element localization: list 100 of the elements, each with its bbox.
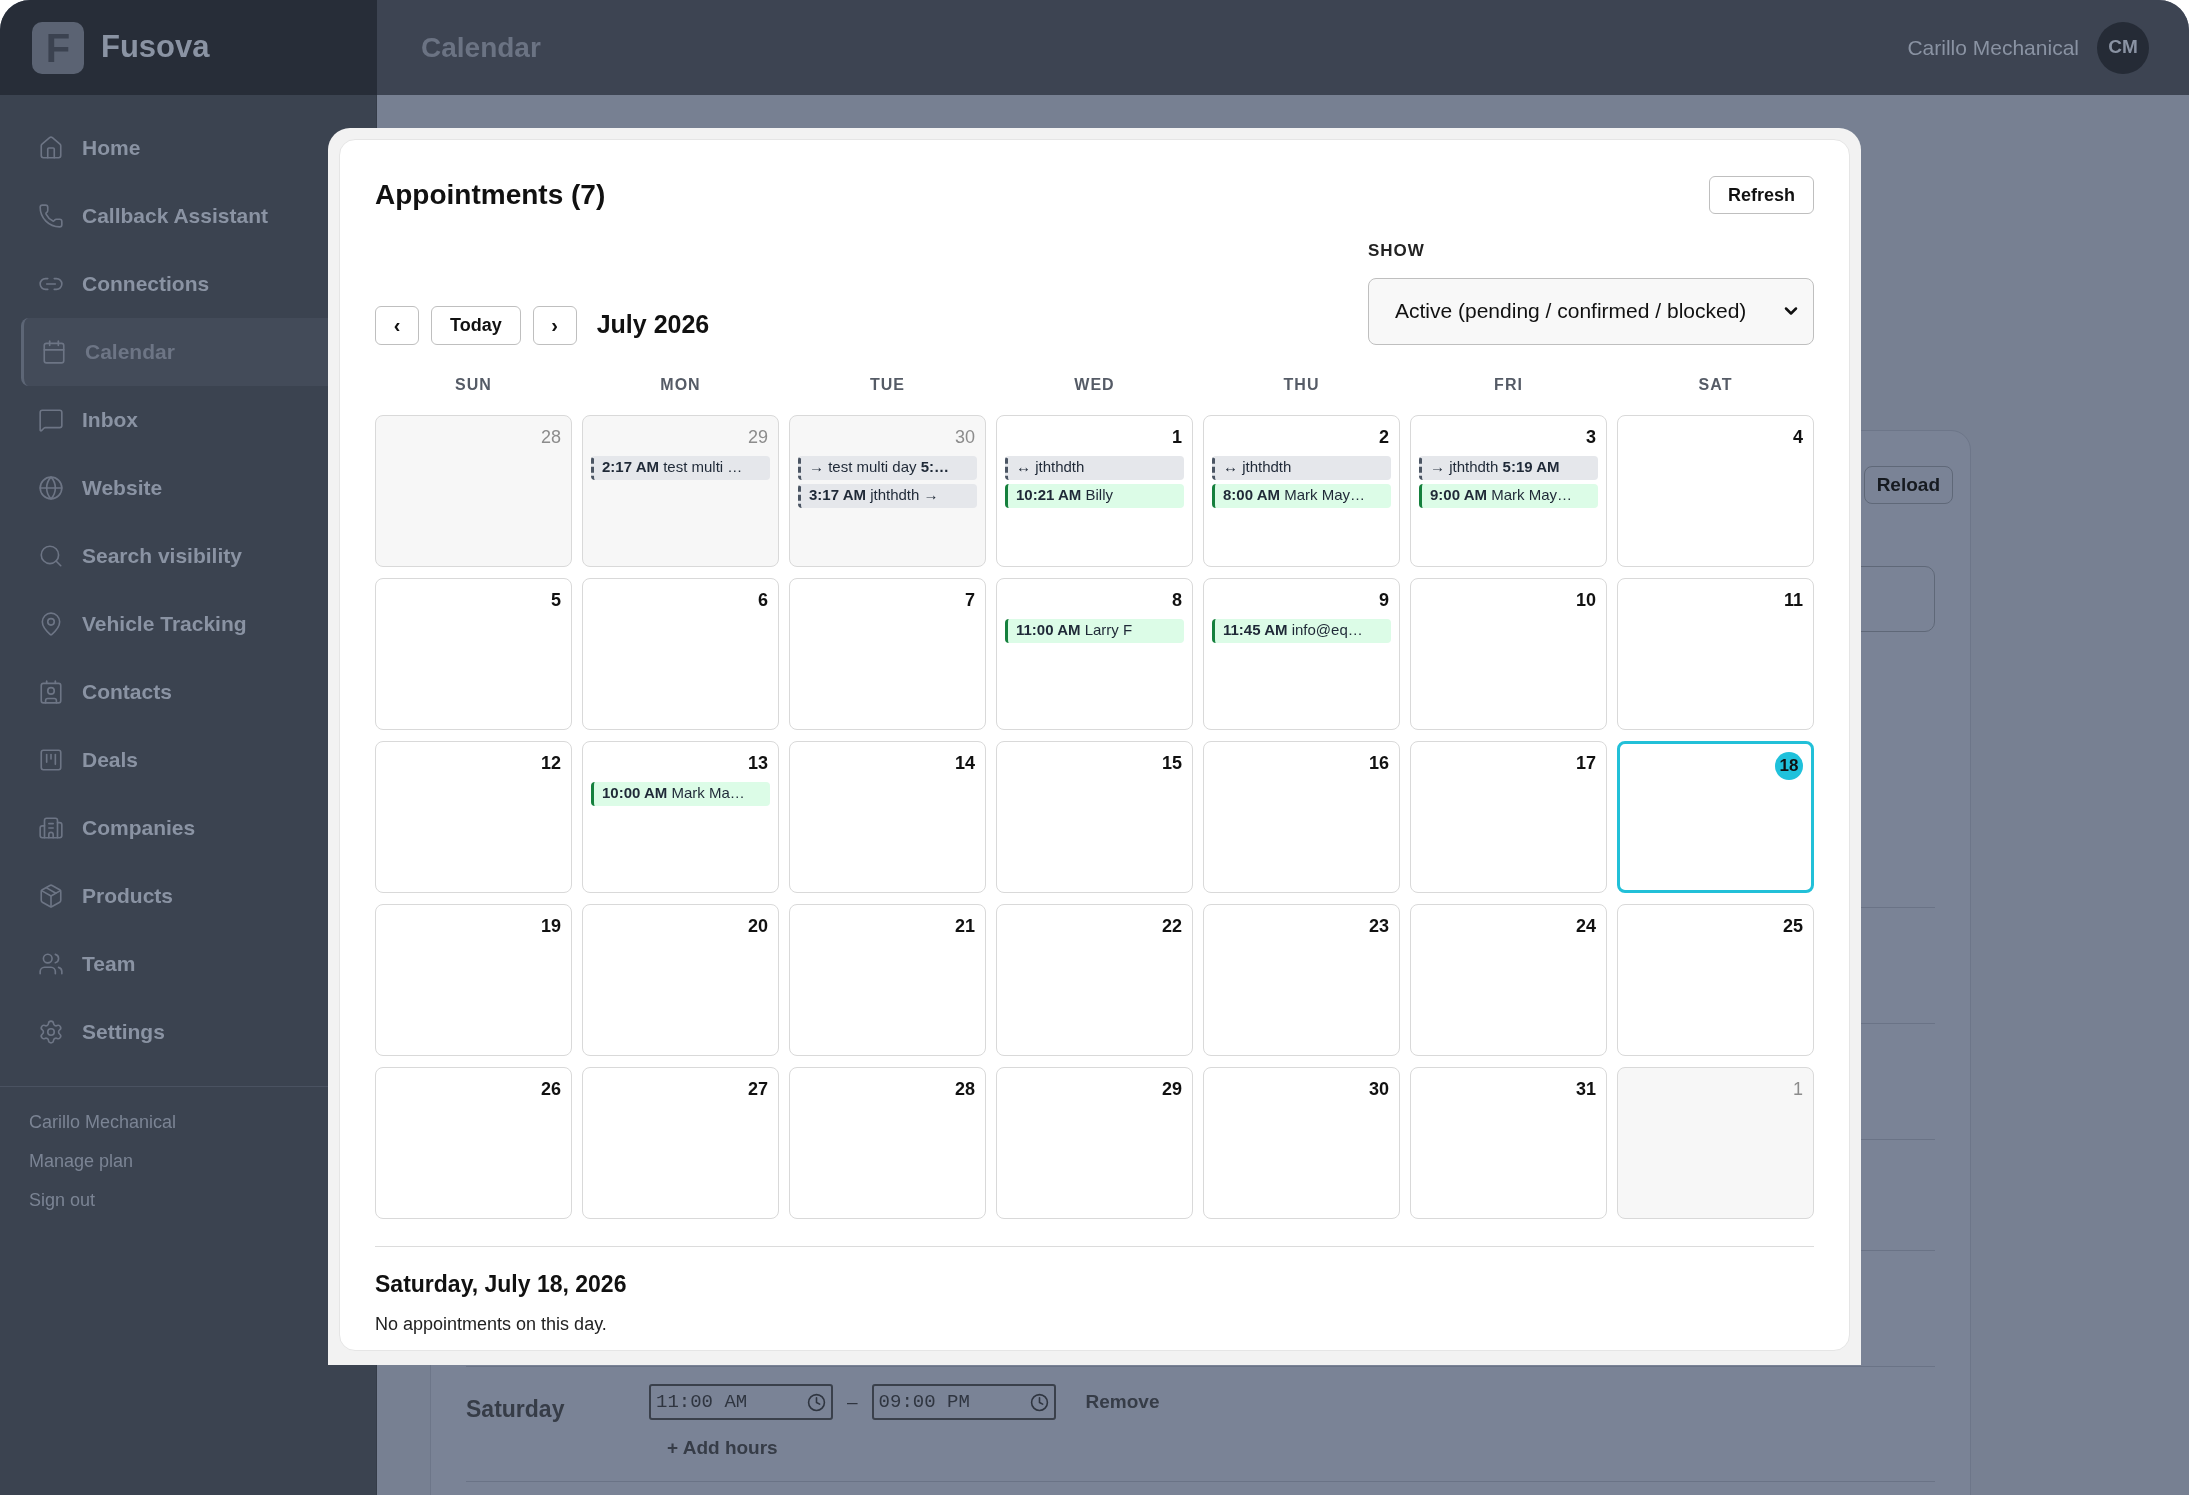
next-button[interactable]: › — [532, 305, 577, 345]
day-cell[interactable]: 8 11:00 AM Larry F — [996, 577, 1193, 730]
weekday-header: WED — [1073, 374, 1116, 395]
refresh-button[interactable]: Refresh — [1708, 176, 1814, 214]
day-label: Saturday — [466, 1395, 566, 1424]
day-cell[interactable]: 16 — [1203, 740, 1400, 893]
day-cell[interactable]: 6 — [582, 577, 779, 730]
day-cell[interactable]: 14 — [789, 740, 986, 893]
event-chip[interactable]: → jththdth 5:19 AM — [1419, 455, 1598, 480]
settings-icon — [38, 1019, 64, 1045]
event-chip[interactable]: 11:00 AM Larry F — [1005, 618, 1184, 643]
day-number: 1 — [1172, 426, 1183, 449]
day-cell[interactable]: 7 — [789, 577, 986, 730]
day-cell[interactable]: 1 ↔ jththdth 10:21 AM Billy — [996, 414, 1193, 567]
day-number: 10 — [1575, 589, 1597, 612]
search-icon — [38, 543, 64, 569]
day-number: 14 — [954, 752, 976, 775]
day-cell[interactable]: 22 — [996, 903, 1193, 1056]
day-cell[interactable]: 18 — [1617, 740, 1814, 893]
day-cell[interactable]: 10 — [1410, 577, 1607, 730]
account-name: Carillo Mechanical — [1907, 34, 2079, 61]
chat-icon — [38, 407, 64, 433]
weekday-header: THU — [1282, 374, 1321, 395]
day-number: 1 — [1793, 1078, 1804, 1101]
day-number: 8 — [1172, 589, 1183, 612]
day-cell[interactable]: 27 — [582, 1066, 779, 1219]
day-cell[interactable]: 24 — [1410, 903, 1607, 1056]
day-number: 28 — [540, 426, 562, 449]
calendar-icon — [41, 339, 67, 365]
day-number: 7 — [965, 589, 976, 612]
day-cell[interactable]: 19 — [375, 903, 572, 1056]
home-icon — [38, 135, 64, 161]
day-number: 5 — [551, 589, 562, 612]
day-cell[interactable]: 21 — [789, 903, 986, 1056]
clock-icon — [1029, 1392, 1049, 1412]
day-detail-title: Saturday, July 18, 2026 — [375, 1269, 628, 1299]
event-chip[interactable]: 11:45 AM info@eq… — [1212, 618, 1391, 643]
status-select[interactable]: Active (pending / confirmed / blocked) — [1368, 277, 1814, 345]
event-chip[interactable]: 8:00 AM Mark May… — [1212, 483, 1391, 508]
day-number: 22 — [1161, 915, 1183, 938]
day-number: 18 — [1775, 751, 1803, 780]
day-cell[interactable]: 30 → test multi day 5:… 3:17 AM jththdth → — [789, 414, 986, 567]
day-cell[interactable]: 2 ↔ jththdth 8:00 AM Mark May… — [1203, 414, 1400, 567]
day-cell[interactable]: 23 — [1203, 903, 1400, 1056]
day-number: 20 — [747, 915, 769, 938]
day-cell[interactable]: 26 — [375, 1066, 572, 1219]
contact-card-icon — [38, 679, 64, 705]
day-number: 29 — [1161, 1078, 1183, 1101]
day-cell[interactable]: 13 10:00 AM Mark Ma… — [582, 740, 779, 893]
today-button[interactable]: Today — [431, 305, 521, 345]
day-cell[interactable]: 4 — [1617, 414, 1814, 567]
event-chip[interactable]: 3:17 AM jththdth → — [798, 483, 977, 508]
day-number: 25 — [1782, 915, 1804, 938]
avatar[interactable]: CM — [2097, 21, 2149, 74]
day-number: 30 — [1368, 1078, 1390, 1101]
filter-label: SHOW — [1368, 240, 1426, 262]
modal-title: Appointments (7) — [375, 178, 606, 212]
day-number: 4 — [1793, 426, 1804, 449]
phone-icon — [38, 203, 64, 229]
day-cell[interactable]: 25 — [1617, 903, 1814, 1056]
day-cell[interactable]: 29 2:17 AM test multi … — [582, 414, 779, 567]
day-cell[interactable]: 31 — [1410, 1066, 1607, 1219]
day-cell[interactable]: 30 — [1203, 1066, 1400, 1219]
weekday-header: FRI — [1493, 374, 1524, 395]
day-cell[interactable]: 20 — [582, 903, 779, 1056]
weekday-header: SAT — [1697, 374, 1734, 395]
brand-name: Fusova — [101, 28, 210, 67]
day-cell[interactable]: 17 — [1410, 740, 1607, 893]
day-cell[interactable]: 11 — [1617, 577, 1814, 730]
event-chip[interactable]: 9:00 AM Mark May… — [1419, 483, 1598, 508]
event-chip[interactable]: → test multi day 5:… — [798, 455, 977, 480]
day-cell[interactable]: 9 11:45 AM info@eq… — [1203, 577, 1400, 730]
kanban-icon — [38, 747, 64, 773]
building-icon — [38, 815, 64, 841]
day-detail-message: No appointments on this day. — [375, 1313, 608, 1336]
previous-button[interactable]: ‹ — [375, 305, 419, 345]
day-number: 12 — [540, 752, 562, 775]
day-number: 27 — [747, 1078, 769, 1101]
event-chip[interactable]: ↔ jththdth — [1005, 455, 1184, 480]
weekday-header: SUN — [454, 374, 493, 395]
day-number: 17 — [1575, 752, 1597, 775]
day-cell[interactable]: 29 — [996, 1066, 1193, 1219]
weekday-header: TUE — [869, 374, 906, 395]
day-number: 30 — [954, 426, 976, 449]
day-number: 2 — [1379, 426, 1390, 449]
reload-button[interactable]: Reload — [1863, 466, 1953, 504]
day-number: 9 — [1379, 589, 1390, 612]
day-number: 11 — [1783, 589, 1804, 612]
day-number: 6 — [758, 589, 769, 612]
clock-icon — [807, 1392, 826, 1412]
day-cell[interactable]: 12 — [375, 740, 572, 893]
event-chip[interactable]: ↔ jththdth — [1212, 455, 1391, 480]
event-chip[interactable]: 10:21 AM Billy — [1005, 483, 1184, 508]
event-chip[interactable]: 2:17 AM test multi … — [591, 455, 770, 480]
day-cell[interactable]: 28 — [789, 1066, 986, 1219]
day-cell[interactable]: 5 — [375, 577, 572, 730]
day-cell[interactable]: 15 — [996, 740, 1193, 893]
day-number: 29 — [747, 426, 769, 449]
day-cell[interactable]: 3 → jththdth 5:19 AM 9:00 AM Mark May… — [1410, 414, 1607, 567]
event-chip[interactable]: 10:00 AM Mark Ma… — [591, 781, 770, 806]
